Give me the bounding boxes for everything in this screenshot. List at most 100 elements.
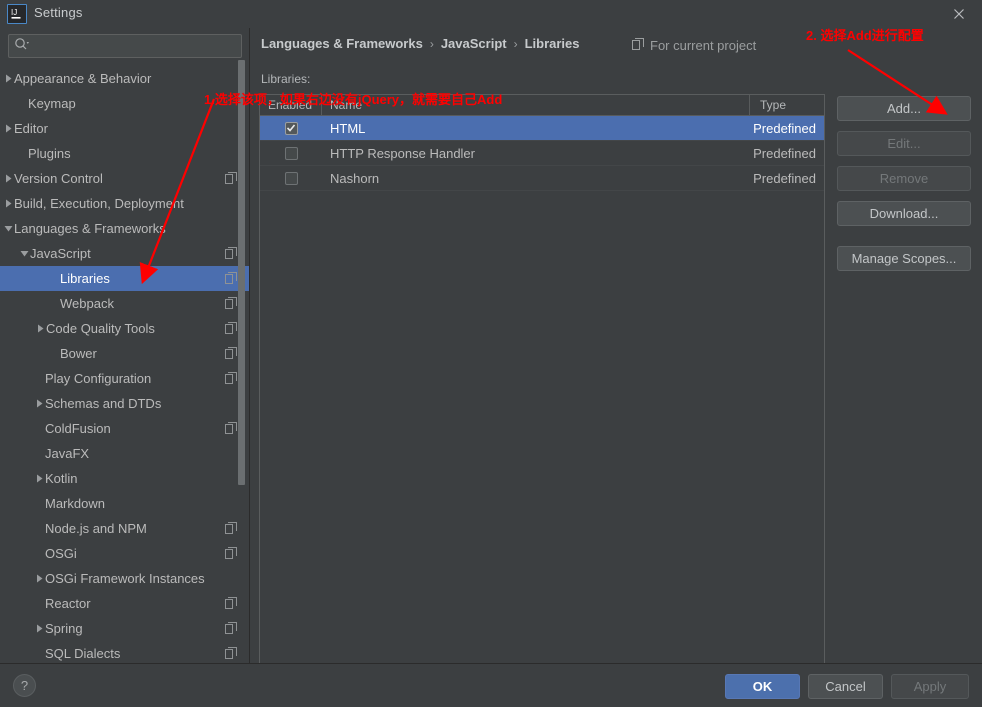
library-name-cell: Nashorn	[330, 170, 380, 186]
sidebar-item-javascript[interactable]: JavaScript	[0, 241, 249, 266]
sidebar-item-label: Webpack	[60, 296, 114, 311]
sidebar-item-libraries[interactable]: Libraries	[0, 266, 249, 291]
settings-tree[interactable]: Appearance & Behavior Keymap Editor Plugins…	[0, 66, 249, 663]
sidebar-item-plugins[interactable]: Plugins	[0, 141, 249, 166]
project-scope-indicator: For current project	[632, 38, 756, 53]
enabled-cell	[260, 171, 322, 185]
copy-module-icon	[225, 622, 237, 634]
sidebar-item-languages-frameworks[interactable]: Languages & Frameworks	[0, 216, 249, 241]
copy-module-icon	[225, 372, 237, 384]
table-row[interactable]: HTTP Response Handler Predefined	[260, 141, 824, 166]
copy-module-icon	[225, 297, 237, 309]
sidebar-item-label: OSGi Framework Instances	[45, 571, 205, 586]
sidebar-item-bower[interactable]: Bower	[0, 341, 249, 366]
chevron-right-icon[interactable]	[32, 391, 46, 416]
sidebar-item-label: Reactor	[45, 596, 91, 611]
sidebar-item-build-execution-deployment[interactable]: Build, Execution, Deployment	[0, 191, 249, 216]
sidebar-item-label: Kotlin	[45, 471, 78, 486]
table-row[interactable]: HTML Predefined	[260, 116, 824, 141]
chevron-right-icon[interactable]	[1, 116, 15, 141]
chevron-right-icon[interactable]	[33, 316, 47, 341]
sidebar-item-osgi-framework-instances[interactable]: OSGi Framework Instances	[0, 566, 249, 591]
breadcrumb-item[interactable]: JavaScript	[441, 36, 507, 51]
annotation-step-1: 1.选择该项，如果右边没有jQuery，就需要自己Add	[204, 92, 503, 107]
search-box[interactable]	[8, 34, 242, 58]
sidebar-item-version-control[interactable]: Version Control	[0, 166, 249, 191]
window-title: Settings	[34, 5, 83, 20]
sidebar-item-label: Appearance & Behavior	[14, 71, 152, 86]
chevron-down-icon[interactable]	[17, 241, 31, 266]
chevron-right-icon[interactable]	[1, 166, 15, 191]
sidebar-item-kotlin[interactable]: Kotlin	[0, 466, 249, 491]
sidebar-scrollbar-track[interactable]	[237, 60, 246, 485]
chevron-right-icon[interactable]	[1, 191, 15, 216]
ok-button[interactable]: OK	[725, 674, 800, 699]
help-button[interactable]: ?	[13, 674, 36, 697]
sidebar-item-play-configuration[interactable]: Play Configuration	[0, 366, 249, 391]
library-enabled-checkbox[interactable]	[284, 171, 298, 185]
apply-button[interactable]: Apply	[891, 674, 969, 699]
sidebar-item-label: Keymap	[28, 96, 76, 111]
breadcrumb-item[interactable]: Languages & Frameworks	[261, 36, 423, 51]
svg-text:IJ: IJ	[11, 8, 17, 17]
sidebar-item-schemas-and-dtds[interactable]: Schemas and DTDs	[0, 391, 249, 416]
search-container	[8, 34, 242, 58]
add-button[interactable]: Add...	[837, 96, 971, 121]
copy-module-icon	[225, 172, 237, 184]
sidebar-item-label: SQL Dialects	[45, 646, 121, 661]
sidebar-item-webpack[interactable]: Webpack	[0, 291, 249, 316]
copy-module-icon	[225, 422, 237, 434]
cancel-button[interactable]: Cancel	[808, 674, 883, 699]
sidebar-item-label: Node.js and NPM	[45, 521, 147, 536]
library-enabled-checkbox[interactable]	[284, 121, 298, 135]
sidebar-item-coldfusion[interactable]: ColdFusion	[0, 416, 249, 441]
chevron-right-icon[interactable]	[32, 466, 46, 491]
sidebar-scrollbar-thumb[interactable]	[238, 60, 245, 485]
sidebar-item-osgi[interactable]: OSGi	[0, 541, 249, 566]
copy-module-icon	[632, 38, 644, 53]
sidebar-item-label: Code Quality Tools	[46, 321, 155, 336]
sidebar-item-label: Version Control	[14, 171, 103, 186]
sidebar-item-node-js-and-npm[interactable]: Node.js and NPM	[0, 516, 249, 541]
sidebar-item-spring[interactable]: Spring	[0, 616, 249, 641]
table-column-header[interactable]: Type	[750, 95, 824, 115]
search-icon	[14, 37, 30, 56]
close-icon[interactable]	[948, 4, 970, 24]
manage-scopes-button[interactable]: Manage Scopes...	[837, 246, 971, 271]
copy-module-icon	[225, 272, 237, 284]
sidebar-item-code-quality-tools[interactable]: Code Quality Tools	[0, 316, 249, 341]
sidebar-item-label: Editor	[14, 121, 48, 136]
sidebar-item-label: ColdFusion	[45, 421, 111, 436]
libraries-table: Enabled Name Type HTML Predefined HTTP Respo…	[259, 94, 825, 682]
chevron-right-icon[interactable]	[32, 616, 46, 641]
library-name-cell: HTTP Response Handler	[330, 145, 475, 161]
remove-button: Remove	[837, 166, 971, 191]
library-enabled-checkbox[interactable]	[284, 146, 298, 160]
edit-button: Edit...	[837, 131, 971, 156]
sidebar-item-appearance-behavior[interactable]: Appearance & Behavior	[0, 66, 249, 91]
sidebar-item-javafx[interactable]: JavaFX	[0, 441, 249, 466]
chevron-down-icon[interactable]	[1, 216, 15, 241]
copy-module-icon	[225, 347, 237, 359]
chevron-right-icon[interactable]	[1, 66, 15, 91]
enabled-cell	[260, 121, 322, 135]
search-input[interactable]	[34, 37, 224, 55]
table-row[interactable]: Nashorn Predefined	[260, 166, 824, 191]
sidebar-item-label: JavaFX	[45, 446, 90, 461]
sidebar-item-editor[interactable]: Editor	[0, 116, 249, 141]
breadcrumb-separator: ›	[429, 36, 434, 51]
sidebar-item-reactor[interactable]: Reactor	[0, 591, 249, 616]
chevron-right-icon[interactable]	[32, 566, 46, 591]
sidebar-item-sql-dialects[interactable]: SQL Dialects	[0, 641, 249, 663]
library-type-cell: Predefined	[753, 120, 816, 136]
intellij-idea-logo-icon: IJ	[7, 4, 27, 24]
sidebar-item-label: Schemas and DTDs	[45, 396, 162, 411]
breadcrumb-item[interactable]: Libraries	[525, 36, 580, 51]
sidebar-item-label: JavaScript	[30, 246, 91, 261]
table-body[interactable]: HTML Predefined HTTP Response Handler Prede…	[260, 116, 824, 191]
sidebar-item-markdown[interactable]: Markdown	[0, 491, 249, 516]
download-button[interactable]: Download...	[837, 201, 971, 226]
title-bar: IJ Settings	[0, 0, 982, 28]
dialog-footer: ? OK Cancel Apply	[0, 663, 982, 707]
copy-module-icon	[225, 522, 237, 534]
